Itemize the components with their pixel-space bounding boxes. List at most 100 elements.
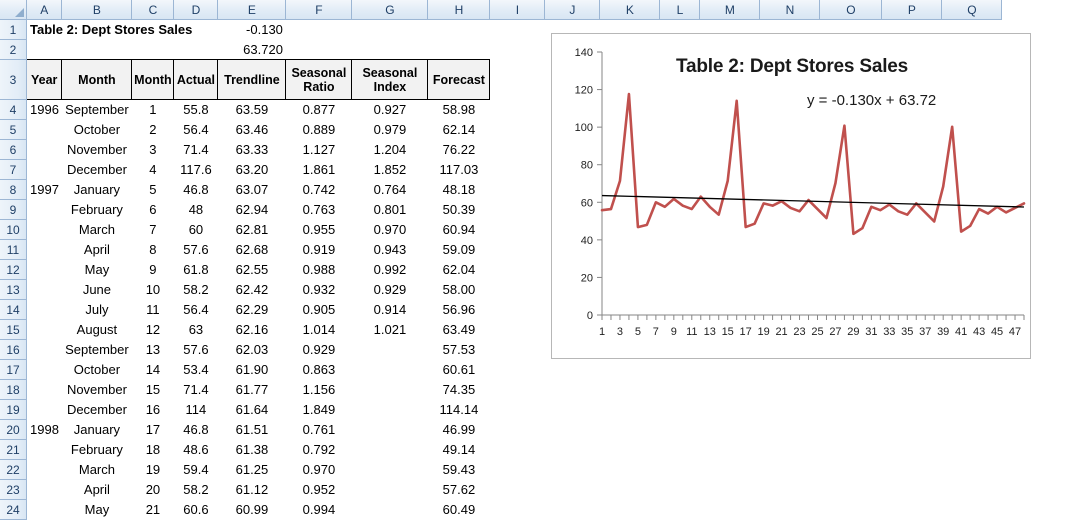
row-header-20[interactable]: 20 bbox=[0, 419, 27, 440]
cell-I8[interactable] bbox=[490, 180, 545, 200]
cell-P21[interactable] bbox=[882, 440, 942, 460]
cell-N21[interactable] bbox=[760, 440, 820, 460]
cell-actual[interactable]: 57.6 bbox=[174, 240, 218, 260]
cell-I6[interactable] bbox=[490, 140, 545, 160]
cell-trendline[interactable]: 61.90 bbox=[218, 360, 286, 380]
cell-A1-title[interactable]: Table 2: Dept Stores Sales bbox=[27, 20, 218, 40]
cell-I24[interactable] bbox=[490, 500, 545, 520]
header-month-number[interactable]: Month bbox=[131, 59, 175, 100]
column-header-Q[interactable]: Q bbox=[941, 0, 1003, 20]
column-header-A[interactable]: A bbox=[26, 0, 63, 20]
cell-forecast[interactable]: 117.03 bbox=[428, 160, 490, 180]
column-header-G[interactable]: G bbox=[351, 0, 429, 20]
cell-Q21[interactable] bbox=[942, 440, 1002, 460]
cell-forecast[interactable]: 56.96 bbox=[428, 300, 490, 320]
cell-actual[interactable]: 53.4 bbox=[174, 360, 218, 380]
row-header-21[interactable]: 21 bbox=[0, 439, 27, 460]
cell-L17[interactable] bbox=[660, 360, 700, 380]
cell-M19[interactable] bbox=[700, 400, 760, 420]
cell-year[interactable] bbox=[27, 380, 62, 400]
cell-D2[interactable] bbox=[174, 40, 218, 60]
column-header-N[interactable]: N bbox=[759, 0, 821, 20]
column-header-K[interactable]: K bbox=[599, 0, 661, 20]
cell-month-name[interactable]: January bbox=[62, 180, 132, 200]
header-forecast[interactable]: Forecast bbox=[427, 59, 491, 100]
cell-month-name[interactable]: July bbox=[62, 300, 132, 320]
header-trendline[interactable]: Trendline bbox=[217, 59, 287, 100]
chart-container[interactable]: Table 2: Dept Stores Sales y = -0.130x +… bbox=[551, 33, 1031, 359]
cell-month-name[interactable]: September bbox=[62, 100, 132, 120]
cell-year[interactable] bbox=[27, 120, 62, 140]
cell-actual[interactable]: 117.6 bbox=[174, 160, 218, 180]
cell-J19[interactable] bbox=[545, 400, 600, 420]
cell-L19[interactable] bbox=[660, 400, 700, 420]
cell-seasonal-index[interactable]: 0.914 bbox=[352, 300, 428, 320]
cell-seasonal-ratio[interactable]: 0.994 bbox=[286, 500, 352, 520]
column-header-H[interactable]: H bbox=[427, 0, 491, 20]
cell-month-name[interactable]: November bbox=[62, 380, 132, 400]
cell-month-number[interactable]: 15 bbox=[132, 380, 174, 400]
cell-month-number[interactable]: 4 bbox=[132, 160, 174, 180]
cell-month-number[interactable]: 8 bbox=[132, 240, 174, 260]
cell-I7[interactable] bbox=[490, 160, 545, 180]
cell-Q18[interactable] bbox=[942, 380, 1002, 400]
cell-actual[interactable]: 63 bbox=[174, 320, 218, 340]
cell-I5[interactable] bbox=[490, 120, 545, 140]
cell-seasonal-index[interactable]: 0.992 bbox=[352, 260, 428, 280]
column-header-M[interactable]: M bbox=[699, 0, 761, 20]
cell-P18[interactable] bbox=[882, 380, 942, 400]
cell-trendline[interactable]: 63.46 bbox=[218, 120, 286, 140]
cell-K18[interactable] bbox=[600, 380, 660, 400]
cell-Q17[interactable] bbox=[942, 360, 1002, 380]
cell-I17[interactable] bbox=[490, 360, 545, 380]
cell-I15[interactable] bbox=[490, 320, 545, 340]
cell-M20[interactable] bbox=[700, 420, 760, 440]
cell-trendline[interactable]: 61.64 bbox=[218, 400, 286, 420]
column-header-E[interactable]: E bbox=[217, 0, 287, 20]
cell-I20[interactable] bbox=[490, 420, 545, 440]
cell-B2[interactable] bbox=[62, 40, 132, 60]
cell-month-name[interactable]: October bbox=[62, 360, 132, 380]
cell-J22[interactable] bbox=[545, 460, 600, 480]
cell-forecast[interactable]: 60.94 bbox=[428, 220, 490, 240]
cell-seasonal-index[interactable]: 0.970 bbox=[352, 220, 428, 240]
cell-forecast[interactable]: 49.14 bbox=[428, 440, 490, 460]
cell-N18[interactable] bbox=[760, 380, 820, 400]
cell-H1[interactable] bbox=[428, 20, 490, 40]
cell-month-number[interactable]: 20 bbox=[132, 480, 174, 500]
cell-forecast[interactable]: 58.98 bbox=[428, 100, 490, 120]
cell-actual[interactable]: 114 bbox=[174, 400, 218, 420]
cell-seasonal-index[interactable] bbox=[352, 400, 428, 420]
cell-seasonal-ratio[interactable]: 1.861 bbox=[286, 160, 352, 180]
cell-I23[interactable] bbox=[490, 480, 545, 500]
header-seasonal-ratio[interactable]: Seasonal Ratio bbox=[285, 59, 353, 100]
row-header-7[interactable]: 7 bbox=[0, 159, 27, 180]
cell-F2[interactable] bbox=[286, 40, 352, 60]
cell-trendline[interactable]: 60.99 bbox=[218, 500, 286, 520]
cell-actual[interactable]: 58.2 bbox=[174, 280, 218, 300]
cell-month-number[interactable]: 9 bbox=[132, 260, 174, 280]
cell-month-name[interactable]: February bbox=[62, 200, 132, 220]
cell-seasonal-ratio[interactable]: 0.877 bbox=[286, 100, 352, 120]
cell-L20[interactable] bbox=[660, 420, 700, 440]
cell-forecast[interactable]: 74.35 bbox=[428, 380, 490, 400]
cell-Q19[interactable] bbox=[942, 400, 1002, 420]
cell-actual[interactable]: 56.4 bbox=[174, 120, 218, 140]
cell-forecast[interactable]: 46.99 bbox=[428, 420, 490, 440]
cell-actual[interactable]: 60.6 bbox=[174, 500, 218, 520]
cell-N24[interactable] bbox=[760, 500, 820, 520]
row-header-17[interactable]: 17 bbox=[0, 359, 27, 380]
cell-seasonal-ratio[interactable]: 1.127 bbox=[286, 140, 352, 160]
cell-J24[interactable] bbox=[545, 500, 600, 520]
cell-month-name[interactable]: February bbox=[62, 440, 132, 460]
row-header-5[interactable]: 5 bbox=[0, 119, 27, 140]
cell-month-name[interactable]: December bbox=[62, 400, 132, 420]
cell-year[interactable] bbox=[27, 220, 62, 240]
cell-I16[interactable] bbox=[490, 340, 545, 360]
cell-Q23[interactable] bbox=[942, 480, 1002, 500]
cell-actual[interactable]: 48.6 bbox=[174, 440, 218, 460]
cell-actual[interactable]: 60 bbox=[174, 220, 218, 240]
cell-forecast[interactable]: 50.39 bbox=[428, 200, 490, 220]
cell-forecast[interactable]: 58.00 bbox=[428, 280, 490, 300]
cell-forecast[interactable]: 60.61 bbox=[428, 360, 490, 380]
